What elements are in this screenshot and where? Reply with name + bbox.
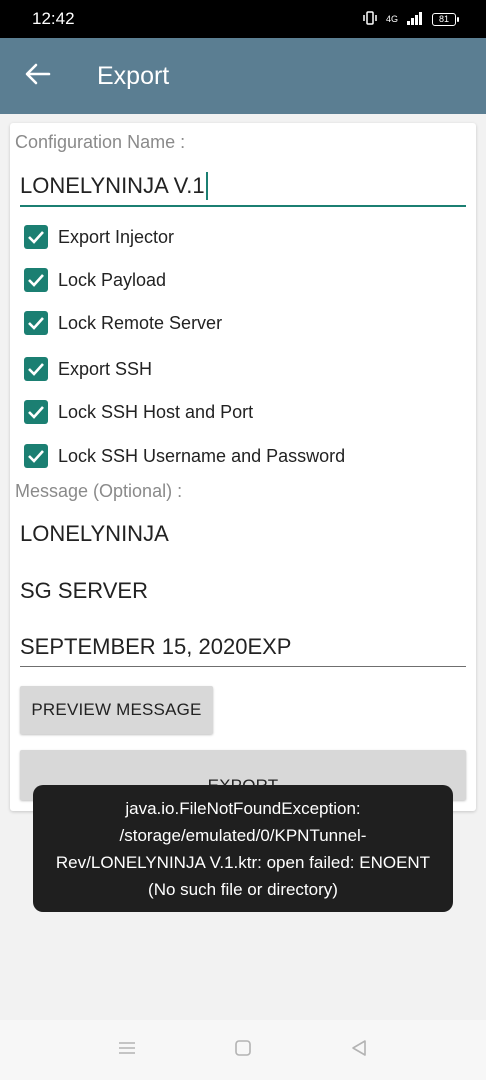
triangle-back-icon (350, 1039, 368, 1062)
checkbox-label: Export SSH (58, 358, 153, 379)
error-toast: java.io.FileNotFoundException: /storage/… (33, 785, 453, 912)
checkbox-label: Lock SSH Host and Port (58, 401, 254, 422)
checkbox-checked-icon (24, 268, 48, 292)
checkbox-checked-icon (24, 357, 48, 381)
message-line: SEPTEMBER 15, 2020EXP (20, 634, 466, 667)
message-label: Message (Optional) : (15, 481, 183, 501)
square-icon (234, 1039, 252, 1062)
battery-icon: 81 (432, 12, 459, 26)
checkbox-lock-ssh-credentials[interactable]: Lock SSH Username and Password (24, 441, 345, 471)
menu-icon (117, 1040, 137, 1061)
vibrate-icon (362, 10, 378, 28)
back-nav-button[interactable] (347, 1038, 371, 1062)
checkbox-checked-icon (24, 225, 48, 249)
status-icons: 4G 81 (362, 10, 459, 28)
status-time: 12:42 (32, 9, 75, 28)
signal-icon (406, 11, 424, 28)
checkbox-checked-icon (24, 400, 48, 424)
navigation-bar (0, 1020, 486, 1080)
export-form-card: Configuration Name : LONELYNINJA V.1 Exp… (10, 123, 476, 811)
config-name-value: LONELYNINJA V.1 (20, 173, 205, 198)
checkbox-label: Lock Remote Server (58, 312, 223, 333)
network-type: 4G (385, 14, 398, 24)
page-title: Export (97, 61, 170, 90)
menu-nav-button[interactable] (115, 1038, 139, 1062)
text-cursor (205, 172, 208, 200)
checkbox-label: Lock Payload (58, 269, 167, 290)
home-nav-button[interactable] (231, 1038, 255, 1062)
battery-level: 81 (438, 14, 449, 24)
checkbox-label: Export Injector (58, 226, 175, 247)
status-bar: 12:42 4G 81 (0, 0, 486, 38)
checkbox-label: Lock SSH Username and Password (58, 445, 346, 466)
arrow-left-icon (25, 63, 51, 90)
config-name-input[interactable]: LONELYNINJA V.1 (20, 167, 466, 207)
checkbox-lock-payload[interactable]: Lock Payload (24, 265, 166, 295)
config-name-label: Configuration Name : (15, 132, 186, 152)
checkbox-lock-remote-server[interactable]: Lock Remote Server (24, 308, 222, 338)
message-line: LONELYNINJA (20, 521, 169, 546)
checkbox-export-injector[interactable]: Export Injector (24, 222, 174, 252)
checkbox-lock-ssh-host-port[interactable]: Lock SSH Host and Port (24, 397, 253, 427)
checkbox-export-ssh[interactable]: Export SSH (24, 354, 152, 384)
preview-message-button[interactable]: PREVIEW MESSAGE (20, 686, 213, 734)
toast-message: java.io.FileNotFoundException: /storage/… (55, 798, 431, 899)
back-button[interactable] (0, 38, 76, 114)
checkbox-checked-icon (24, 311, 48, 335)
message-line: SG SERVER (20, 578, 148, 603)
checkbox-checked-icon (24, 444, 48, 468)
app-bar: Export (0, 38, 486, 114)
